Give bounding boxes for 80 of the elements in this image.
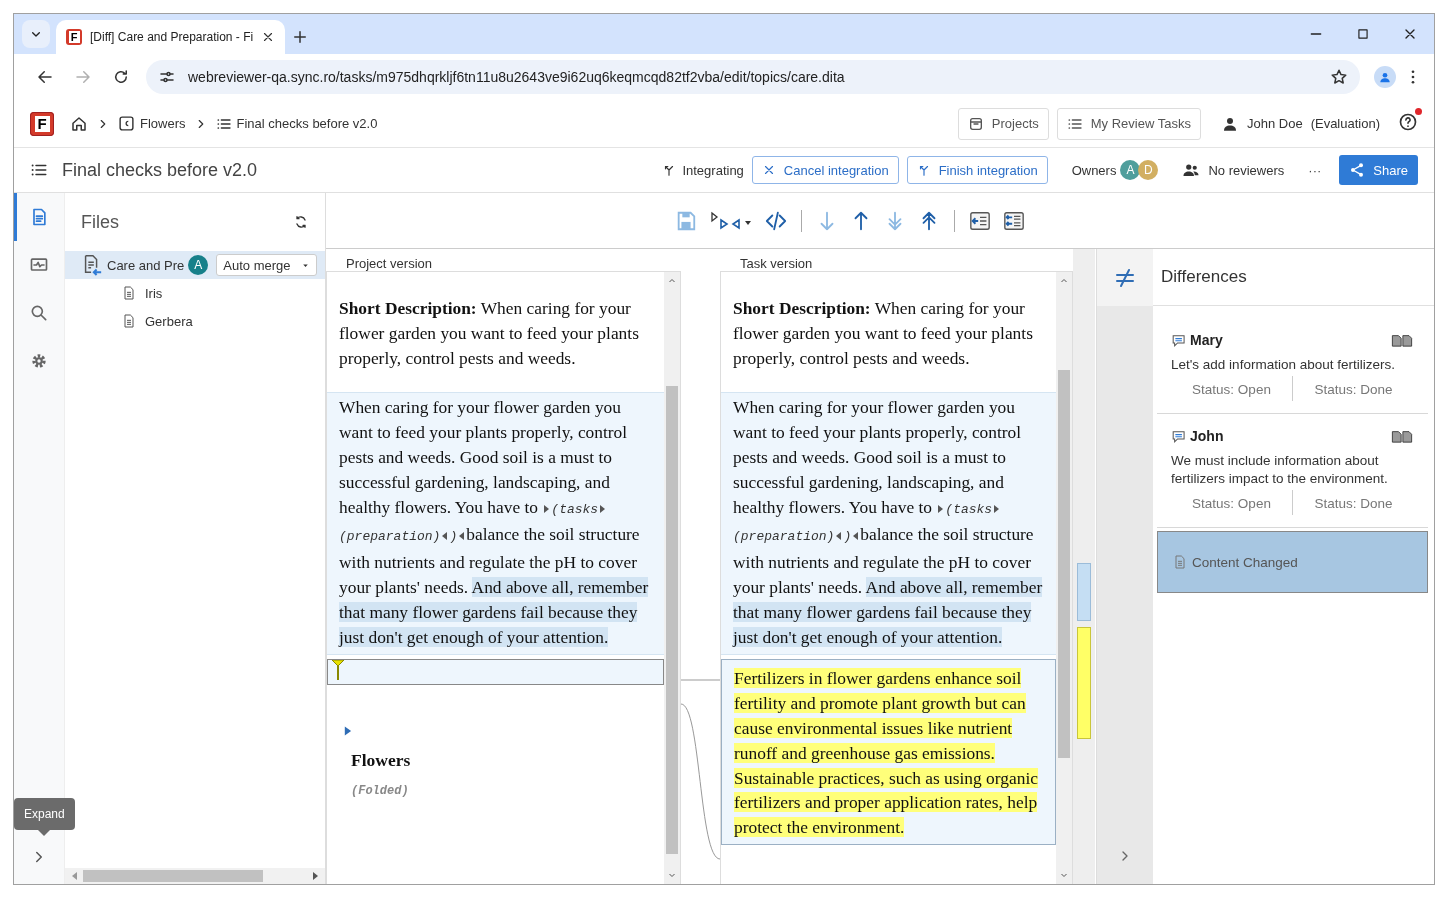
merge-mode-dropdown[interactable]: Auto merge: [216, 254, 317, 276]
owners-label: Owners: [1071, 162, 1117, 178]
accept-change-icon[interactable]: [969, 209, 991, 232]
share-button[interactable]: Share: [1339, 155, 1418, 185]
vertical-scrollbar[interactable]: [1056, 272, 1072, 884]
site-favicon: F: [66, 29, 82, 45]
file-icon: [121, 313, 137, 329]
comment-author: Mary: [1190, 332, 1223, 348]
accept-all-changes-icon[interactable]: [1003, 209, 1025, 232]
tab-list-button[interactable]: [22, 20, 50, 48]
refresh-icon[interactable]: [293, 214, 309, 230]
status-label: Status: Done: [1292, 490, 1414, 515]
folder-box-icon: [967, 115, 984, 132]
profile-button[interactable]: [1374, 66, 1396, 88]
address-field[interactable]: webreviewer-qa.sync.ro/tasks/m975dhqrkljf6tn11u8u2643ve9i62uq6keqmcqd82tf2vba/edit/topics/care.dita: [146, 60, 1360, 94]
tree-item[interactable]: Care and Pre A Auto merge: [65, 251, 325, 279]
pages-icon[interactable]: [1390, 429, 1414, 443]
section-title: Flowers: [351, 749, 412, 773]
change-marker[interactable]: [1077, 563, 1091, 621]
added-paragraph: Fertilizers in flower gardens enhance soil fertility and promote plant growth but can cause environmental issues like nutrient runoff and greenhouse gas emissions. Sustainable practices, such as using organic fertilizers and proper application rates, help protect the environment.: [721, 659, 1056, 845]
more-button[interactable]: ···: [1308, 162, 1322, 178]
share-icon: [1349, 162, 1366, 178]
file-icon: [121, 285, 137, 301]
comment-card[interactable]: Mary Let's add information about fertilizers. Status: Open Status: Done: [1157, 324, 1428, 414]
breadcrumb-link[interactable]: Final checks before v2.0: [215, 115, 378, 132]
tooltip: Expand: [14, 798, 75, 830]
comment-icon: [1171, 332, 1187, 348]
account-note: (Evaluation): [1310, 116, 1380, 131]
document-icon: [1172, 554, 1188, 570]
user-avatar: A: [188, 255, 209, 275]
people-icon: [1182, 161, 1201, 179]
maximize-icon[interactable]: [1356, 27, 1370, 41]
comment-icon: [1171, 428, 1187, 444]
cancel-integration-button[interactable]: Cancel integration: [751, 156, 899, 184]
status-label: Status: Open: [1191, 495, 1272, 513]
tree-item[interactable]: Iris: [65, 279, 325, 307]
short-description: Short Description: When caring for your flower garden you want to feed your plants properly, control pests and weeds.: [732, 297, 1034, 370]
change-marker[interactable]: [1077, 627, 1091, 739]
app-logo[interactable]: F: [30, 111, 54, 136]
comment-text: We must include information about fertilizers impact to the environment.: [1171, 452, 1389, 488]
pane-title: Task version: [739, 255, 814, 271]
horizontal-scrollbar[interactable]: [65, 868, 325, 884]
reload-icon[interactable]: [112, 68, 130, 86]
comment-card[interactable]: John We must include information about fertilizers impact to the environment. Status: Open Status: Done: [1157, 420, 1428, 528]
breadcrumb-link[interactable]: Flowers: [118, 115, 186, 132]
star-icon[interactable]: [1330, 68, 1348, 86]
status-label: Status: Open: [1191, 381, 1272, 399]
status-label: Status: Done: [1292, 376, 1414, 401]
code-icon[interactable]: [765, 209, 787, 232]
tooltip-pointer-icon: [38, 830, 51, 836]
help-icon[interactable]: [1398, 112, 1418, 132]
panel-title: Differences: [1153, 249, 1434, 306]
short-description: Short Description: When caring for your flower garden you want to feed your plants properly, control pests and weeds.: [338, 297, 640, 370]
paragraph: When caring for your flower garden you want to feed your plants properly, control pests and weeds. Good soil is a must to successful gardening, landscaping, and healthy flowers. You have to (tasks (preparation) ) balance the soil structure with nutrients and regulate the pH to cover your plants' needs. And above all, remember that many flower gardens fail because they just don't get enough of your attention.: [733, 396, 1044, 649]
folded-note: (Folded): [351, 782, 410, 800]
tab-title: [Diff] Care and Preparation - Fi: [90, 30, 254, 44]
person-icon: [1378, 70, 1392, 84]
change-item[interactable]: Content Changed: [1157, 531, 1428, 593]
pane-title: Project version: [345, 255, 433, 271]
back-arrow-icon[interactable]: [36, 68, 54, 86]
expand-triangle-icon[interactable]: [343, 725, 352, 738]
comment-text: Let's add information about fertilizers.: [1171, 356, 1396, 374]
review-tasks-button[interactable]: My Review Tasks: [1056, 107, 1201, 140]
paragraph: When caring for your flower garden you want to feed your plants properly, control pests and weeds. Good soil is a must to successful gardening, landscaping, and healthy flowers. You have to (tasks (preparation) ) balance the soil structure with nutrients and regulate the pH to cover your plants' needs. And above all, remember that many flower gardens fail because they just don't get enough of your attention.: [339, 396, 650, 649]
insertion-marker-icon: [332, 660, 344, 681]
comment-author: John: [1190, 428, 1224, 444]
collection-icon: [118, 115, 135, 132]
status-text: Integrating: [682, 162, 744, 178]
vertical-scrollbar[interactable]: [664, 272, 680, 884]
home-icon[interactable]: [70, 114, 88, 133]
panel-title: Files: [81, 211, 119, 233]
projects-button[interactable]: Projects: [957, 107, 1049, 140]
pages-icon[interactable]: [1390, 333, 1414, 347]
browser-tab[interactable]: F [Diff] Care and Preparation - Fi: [56, 20, 286, 54]
finish-integration-button[interactable]: Finish integration: [906, 156, 1048, 184]
tree-item[interactable]: Gerbera: [65, 307, 325, 335]
user-name: John Doe: [1246, 116, 1303, 131]
reviewers-text: No reviewers: [1208, 162, 1285, 178]
search-icon: [29, 303, 49, 323]
task-title: Final checks before v2.0: [62, 159, 258, 181]
